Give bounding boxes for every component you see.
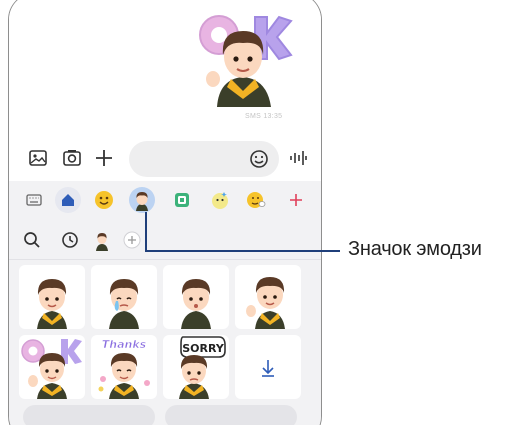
keyboard-tab[interactable] (21, 187, 47, 213)
mojitok-icon (247, 192, 266, 208)
emoji-smile-icon[interactable] (249, 149, 269, 169)
message-text-field[interactable] (129, 141, 279, 177)
attach-plus-icon[interactable] (93, 147, 115, 169)
keyboard-tab-bar (9, 181, 321, 221)
phone-frame: SMS 13:35 Thanks SORRY (8, 0, 322, 425)
emoji-tab[interactable] (91, 187, 117, 213)
sorry-avatar-sticker: SORRY (179, 336, 226, 399)
camera-icon[interactable] (61, 147, 83, 169)
avatar-icon[interactable] (91, 229, 113, 251)
sticker-tab[interactable] (169, 187, 195, 213)
mojitok-tab[interactable] (243, 187, 269, 213)
bottom-action-button-right[interactable] (165, 405, 297, 425)
emoji-icon (95, 191, 113, 209)
home-tab[interactable] (55, 187, 81, 213)
ar-emoji-icon (136, 192, 148, 211)
gallery-icon[interactable] (27, 147, 49, 169)
thanks-text: Thanks (102, 338, 147, 351)
bottom-action-button-left[interactable] (23, 405, 155, 425)
thanks-avatar-sticker: Thanks (98, 338, 150, 399)
stage: SMS 13:35 Thanks SORRY Значок эмодзи (0, 0, 521, 425)
download-more-cell[interactable] (235, 335, 301, 399)
chat-area: SMS 13:35 (9, 0, 321, 133)
ok-avatar-sticker (21, 339, 82, 399)
sticker-cell[interactable] (19, 335, 85, 399)
avatar-sticker (181, 279, 211, 329)
callout-label: Значок эмодзи (348, 238, 482, 260)
sticker-cell[interactable] (235, 265, 301, 329)
waving-avatar-sticker (246, 277, 285, 329)
ar-emoji-tab[interactable] (129, 187, 155, 213)
sticker-cell[interactable]: Thanks (91, 335, 157, 399)
recent-icon[interactable] (59, 229, 81, 251)
sticker-cell[interactable] (91, 265, 157, 329)
sticker-icon (175, 193, 189, 207)
message-input-bar (9, 139, 321, 179)
keyboard-icon (26, 194, 42, 206)
message-timestamp: SMS 13:35 (245, 113, 283, 120)
sorry-text: SORRY (182, 342, 225, 355)
bitmoji-icon (212, 192, 228, 209)
bitmoji-tab[interactable] (207, 187, 233, 213)
callout-vertical-line (145, 212, 147, 252)
sticker-cell[interactable] (163, 265, 229, 329)
avatar-sticker (37, 279, 67, 329)
add-tab[interactable] (283, 187, 309, 213)
emoji-keyboard: Thanks SORRY (9, 181, 321, 425)
crying-avatar-sticker (109, 279, 139, 329)
add-icon (290, 194, 302, 206)
ok-sticker-message[interactable] (193, 7, 293, 107)
ar-emoji-sub-bar (9, 221, 321, 260)
download-icon (262, 360, 274, 377)
home-icon (62, 194, 74, 206)
sticker-cell[interactable] (19, 265, 85, 329)
sticker-cell[interactable]: SORRY (163, 335, 229, 399)
search-icon[interactable] (21, 229, 43, 251)
add-avatar-icon[interactable] (121, 229, 143, 251)
voice-wave-icon[interactable] (287, 147, 309, 169)
callout-horizontal-line (145, 250, 340, 252)
